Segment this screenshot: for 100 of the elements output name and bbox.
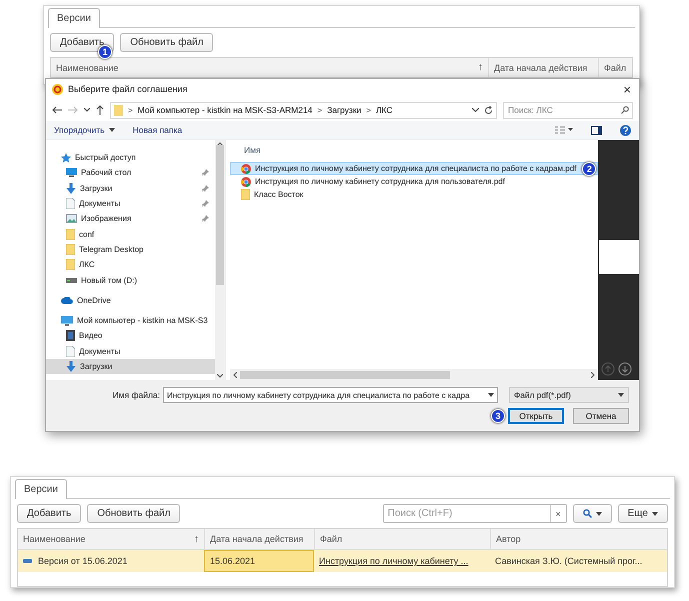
chevron: > [128, 106, 133, 114]
name-column-header[interactable]: Имя [230, 140, 598, 160]
search-button[interactable] [572, 504, 612, 523]
table-cell-text: Савинская З.Ю. (Системный прог... [494, 555, 644, 568]
filename-label: Имя файла: [112, 390, 160, 400]
column-header[interactable]: Файл [320, 534, 342, 544]
column-header[interactable]: Наименование [23, 534, 86, 544]
table-cell: Версия от 15.06.2021 [38, 556, 128, 566]
file-item[interactable]: Инструкция по личному кабинету сотрудника для пользователя.pdf [230, 175, 598, 188]
nav-item[interactable]: Быстрый доступ [46, 150, 215, 166]
scroll-left-icon[interactable] [233, 372, 237, 378]
up-arrow-icon[interactable] [96, 105, 104, 115]
column-header[interactable]: Дата начала действия [210, 534, 304, 544]
document-icon [66, 198, 75, 210]
folder-icon [241, 189, 250, 200]
document-icon [66, 346, 75, 357]
clear-button[interactable]: × [550, 505, 566, 522]
image-icon [66, 214, 77, 224]
scrollbar-thumb[interactable] [216, 145, 224, 285]
file-type-dropdown[interactable]: Файл pdf(*.pdf) [509, 387, 629, 403]
pin-icon[interactable] [202, 200, 209, 208]
nav-item[interactable]: Telegram Desktop [46, 242, 215, 258]
back-arrow-icon[interactable] [52, 106, 62, 114]
dialog-title: Выберите файл соглашения [68, 84, 188, 94]
caret-icon[interactable] [84, 108, 90, 112]
caret-icon[interactable] [472, 108, 479, 112]
cloud-icon [61, 296, 73, 304]
update-file-button[interactable]: Обновить файл [120, 33, 214, 52]
caret-icon[interactable] [652, 512, 658, 516]
cancel-button[interactable]: Отмена [573, 408, 629, 424]
chevron: > [317, 106, 322, 114]
sort-arrow-icon[interactable]: ↑ [194, 534, 199, 544]
dash-icon [23, 559, 32, 563]
organize-button[interactable]: Упорядочить [54, 125, 115, 135]
chevron: > [366, 106, 371, 114]
help-icon[interactable] [620, 124, 631, 136]
more-button[interactable]: Еще [618, 504, 668, 523]
nav-item[interactable]: OneDrive [46, 292, 215, 308]
nav-item[interactable]: Рабочий стол [46, 165, 215, 181]
nav-item[interactable]: Изображения [46, 211, 215, 226]
caret-icon[interactable] [488, 393, 494, 397]
nav-item[interactable]: Загрузки [46, 180, 215, 196]
close-button[interactable]: × [621, 82, 633, 96]
filename-field[interactable]: Инструкция по личному кабинету сотрудника для специалиста по работе с кадра [163, 387, 498, 403]
nav-item[interactable]: Новый том (D:) [46, 272, 215, 288]
breadcrumb[interactable]: ЛКС [376, 105, 393, 115]
search-field[interactable]: Поиск (Ctrl+F) × [382, 504, 567, 523]
star-icon [61, 152, 71, 163]
versions-tab[interactable]: Версии [15, 479, 67, 499]
computer-icon [61, 316, 73, 326]
file-item[interactable]: Инструкция по личному кабинету сотрудника для специалиста по работе с кадрам.pdf 2 [230, 162, 598, 175]
nav-item[interactable]: Видео [46, 328, 215, 344]
address-bar[interactable]: > Мой компьютер - kistkin на MSK-S3-ARM214 > Загрузки > ЛКС [110, 102, 497, 118]
scroll-right-icon[interactable] [591, 372, 595, 378]
column-header[interactable]: Файл [604, 62, 626, 72]
browser-logo-icon [241, 176, 251, 186]
breadcrumb[interactable]: Загрузки [327, 105, 362, 115]
nav-item[interactable]: Документы [46, 344, 215, 359]
folder-icon [66, 244, 75, 255]
file-link[interactable]: Инструкция по личному кабинету ... [319, 556, 468, 566]
versions-tab[interactable]: Версии [48, 8, 100, 28]
new-folder-button[interactable]: Новая папка [132, 125, 182, 135]
pin-icon[interactable] [202, 169, 209, 176]
folder-icon [114, 104, 123, 116]
download-arrow-icon [66, 361, 76, 372]
caret-icon[interactable] [596, 512, 602, 516]
down-circle-icon[interactable] [618, 362, 632, 376]
caret-icon[interactable] [618, 393, 624, 397]
breadcrumb[interactable]: Мой компьютер - kistkin на MSK-S3-ARM214 [138, 105, 312, 115]
app-logo-icon [52, 84, 63, 94]
search-field[interactable]: Поиск: ЛКС [503, 102, 633, 118]
nav-item[interactable]: Загрузки [46, 358, 215, 374]
open-button[interactable]: Открыть [508, 408, 564, 424]
pin-icon[interactable] [202, 215, 209, 222]
drive-icon [66, 278, 77, 283]
preview-pane-icon[interactable] [591, 126, 602, 134]
nav-item[interactable]: conf [46, 226, 215, 242]
update-file-button[interactable]: Обновить файл [87, 504, 180, 523]
caret-icon[interactable] [108, 128, 115, 132]
column-header[interactable]: Дата начала действия [494, 62, 588, 72]
sort-arrow-icon[interactable]: ↑ [478, 62, 483, 73]
pin-icon[interactable] [202, 184, 209, 192]
nav-item[interactable]: ЛКС [46, 257, 215, 272]
nav-item[interactable]: Документы [46, 196, 215, 212]
table-cell[interactable]: 15.06.2021 [204, 550, 314, 572]
film-icon [66, 330, 75, 342]
column-header[interactable]: Автор [496, 534, 521, 544]
scroll-up-icon[interactable] [217, 142, 223, 146]
table-row[interactable]: Версия от 15.06.2021 15.06.2021 Инструкция по личному кабинету ... Савинская З.Ю. (Системный прог... [18, 550, 667, 572]
scroll-down-icon[interactable] [217, 374, 223, 378]
add-button[interactable]: Добавить [17, 504, 82, 523]
download-arrow-icon [66, 182, 76, 194]
folder-icon [66, 259, 75, 270]
column-header[interactable]: Наименование [56, 62, 118, 72]
nav-item[interactable]: Мой компьютер - kistkin на MSK-S3 [46, 312, 215, 328]
view-options-icon[interactable] [555, 126, 573, 134]
refresh-icon[interactable] [484, 106, 493, 114]
scrollbar-thumb[interactable] [240, 370, 450, 378]
file-item[interactable]: Класс Восток [230, 188, 598, 201]
search-icon [621, 106, 629, 114]
